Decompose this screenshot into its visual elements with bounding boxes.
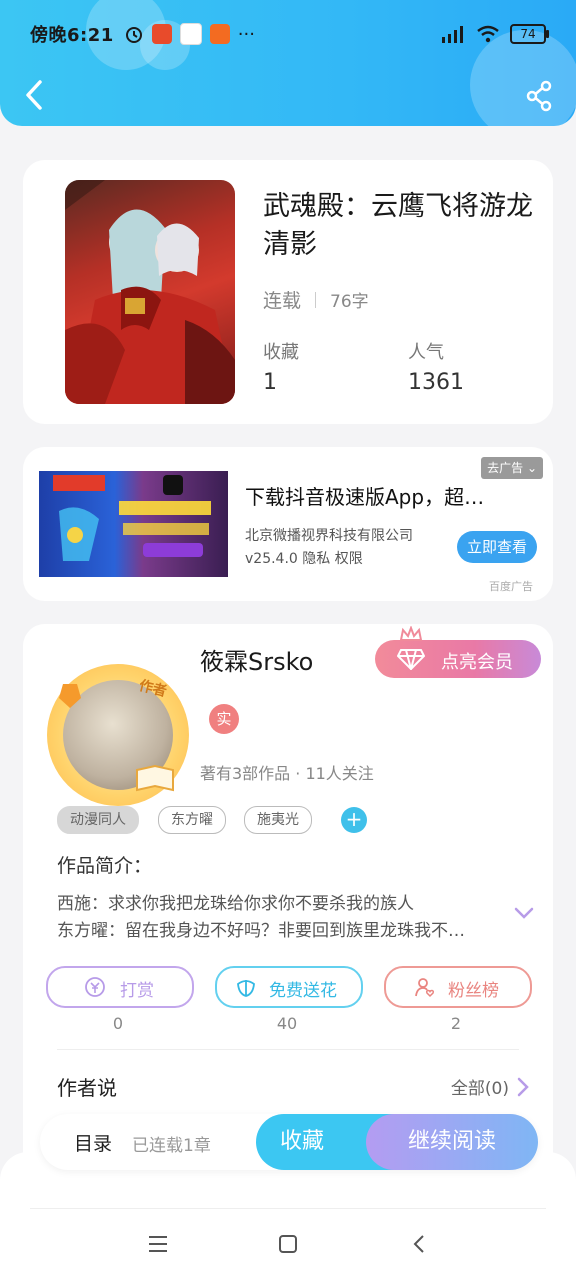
intro-line: 西施：求求你我把龙珠给你求你不要杀我的族人 <box>57 894 414 914</box>
book-info-card: 武魂殿：云鹰飞将游龙清影 连载 76字 收藏 1 人气 1361 <box>23 160 553 424</box>
view-all-label: 全部(0) <box>450 1079 509 1099</box>
author-name[interactable]: 筱霖Srsko <box>200 642 313 677</box>
tag-item[interactable]: 动漫同人 <box>57 806 139 834</box>
intro-line: 东方曜：留在我身边不好吗？非要回到族里龙珠我不… <box>57 921 465 941</box>
diamond-icon <box>397 649 425 670</box>
mi-app-icon <box>209 24 230 44</box>
author-says-title: 作者说 <box>57 1076 117 1100</box>
menu-icon[interactable] <box>146 1232 170 1256</box>
chevron-down-icon: ⌄ <box>526 461 537 475</box>
book-icon <box>136 764 174 792</box>
fans-count: 2 <box>450 1014 462 1033</box>
cover-illustration <box>65 180 235 404</box>
ad-version[interactable]: v25.4.0 隐私 权限 <box>245 548 363 568</box>
send-flower-label: 免费送花 <box>269 981 337 1001</box>
status-notification-icons: ··· <box>124 23 255 45</box>
battery-icon: 74 <box>510 24 549 44</box>
divider <box>30 1208 546 1209</box>
ad-source: 百度广告 <box>489 580 533 593</box>
ad-close-button[interactable]: 去广告 ⌄ <box>481 457 543 479</box>
system-nav-bar <box>0 1152 576 1280</box>
app-notification-icon <box>151 24 172 44</box>
book-cover[interactable] <box>65 180 235 404</box>
add-favorite-label: 收藏 <box>280 1129 325 1154</box>
book-word-count: 76字 <box>330 292 369 312</box>
video-app-icon <box>179 23 202 45</box>
continue-reading-button[interactable]: 继续阅读 <box>366 1114 538 1170</box>
reward-button[interactable]: 打赏 <box>46 966 194 1008</box>
more-notifications-icon: ··· <box>237 23 255 45</box>
toc-chapter-count: 已连载1章 <box>132 1136 211 1156</box>
view-all-link[interactable]: 全部(0) <box>451 1074 529 1099</box>
ad-company: 北京微播视界科技有限公司 <box>245 528 413 544</box>
intro-label: 作品简介： <box>57 855 153 877</box>
ad-title[interactable]: 下载抖音极速版App，超… <box>245 481 515 510</box>
meta-divider <box>315 291 317 308</box>
favorites-value: 1 <box>263 370 277 395</box>
reward-count: 0 <box>112 1014 124 1033</box>
status-system-icons: 74 <box>440 24 549 44</box>
wifi-icon <box>477 25 499 43</box>
favorites-label: 收藏 <box>263 342 299 363</box>
status-bar: 傍晚6:21 ··· 74 <box>30 18 549 50</box>
crown-icon <box>399 626 423 641</box>
author-card: 作者 筱霖Srsko 点亮会员 实 著有3部作品 · 11人关注 动漫同人 东方… <box>23 624 553 1184</box>
tag-item[interactable]: 东方曜 <box>158 806 226 834</box>
add-tag-button[interactable]: + <box>341 807 367 833</box>
chevron-down-icon[interactable] <box>513 902 535 924</box>
fan-ranking-label: 粉丝榜 <box>448 981 499 1001</box>
vip-button[interactable]: 点亮会员 <box>375 626 541 678</box>
coin-icon <box>85 977 105 997</box>
reward-label: 打赏 <box>120 981 154 1001</box>
flower-icon <box>237 980 255 997</box>
popularity-label: 人气 <box>408 342 444 363</box>
ad-cta-button[interactable]: 立即查看 <box>457 531 537 563</box>
send-flower-button[interactable]: 免费送花 <box>215 966 363 1008</box>
home-icon[interactable] <box>276 1232 300 1256</box>
back-button[interactable] <box>20 78 50 112</box>
signal-icon <box>442 26 463 43</box>
ad-image[interactable] <box>39 471 228 577</box>
status-time: 傍晚6:21 <box>30 25 114 46</box>
flower-count: 40 <box>276 1014 298 1033</box>
fan-ranking-button[interactable]: 粉丝榜 <box>384 966 532 1008</box>
vip-button-label: 点亮会员 <box>441 652 513 673</box>
ad-illustration <box>53 475 211 561</box>
author-subtitle: 著有3部作品 · 11人关注 <box>200 764 374 783</box>
toc-button[interactable]: 目录 <box>74 1129 112 1156</box>
share-button[interactable] <box>524 80 554 112</box>
user-heart-icon <box>415 978 435 998</box>
back-nav-icon[interactable] <box>408 1232 432 1256</box>
bottom-action-bar: 目录 已连载1章 收藏 继续阅读 <box>40 1114 538 1170</box>
book-status: 连载 <box>263 290 302 312</box>
alarm-icon <box>125 27 142 43</box>
ad-close-label: 去广告 <box>487 461 524 475</box>
chevron-right-icon <box>517 1077 529 1096</box>
divider <box>57 1049 519 1050</box>
header: 傍晚6:21 ··· 74 <box>0 0 576 126</box>
popularity-value: 1361 <box>408 370 464 395</box>
lantern-icon <box>59 684 81 708</box>
ad-card[interactable]: 去广告 ⌄ 下载抖音极速版App，超… 北京微播视界科技有限公司 v25.4.0… <box>23 447 553 601</box>
tag-item[interactable]: 施夷光 <box>244 806 312 834</box>
verified-badge: 实 <box>209 704 239 734</box>
book-title: 武魂殿：云鹰飞将游龙清影 <box>263 191 533 260</box>
book-meta: 连载 76字 <box>263 286 369 313</box>
author-avatar-frame[interactable]: 作者 <box>47 664 189 806</box>
